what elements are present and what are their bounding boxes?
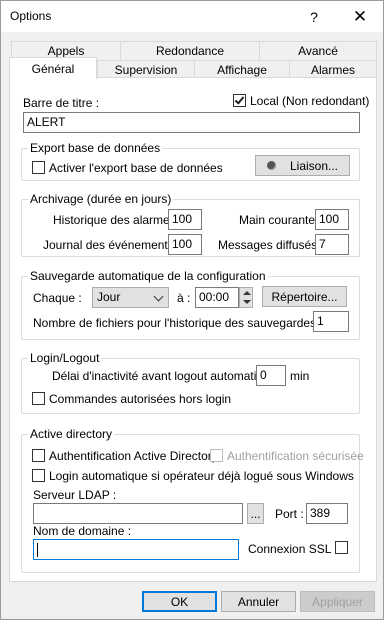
- active-directory-title: Active directory: [28, 427, 115, 441]
- tab-avance[interactable]: Avancé: [259, 41, 377, 60]
- broadcast-label: Messages diffusés: [218, 238, 318, 252]
- event-log-label: Journal des événements: [43, 238, 174, 252]
- ssl-label: Connexion SSL: [248, 542, 332, 556]
- event-log-input[interactable]: 100: [168, 234, 202, 255]
- cancel-button[interactable]: Annuler: [221, 591, 296, 612]
- title-input[interactable]: ALERT: [23, 112, 360, 133]
- history-count-label: Nombre de fichiers pour l'historique des…: [33, 316, 323, 330]
- login-title: Login/Logout: [28, 351, 102, 365]
- link-button[interactable]: Liaison...: [255, 155, 350, 176]
- chevron-down-icon: [153, 291, 164, 302]
- title-bar: Options ? ✕: [1, 1, 383, 32]
- tab-general[interactable]: Général: [9, 57, 97, 79]
- help-button[interactable]: ?: [291, 1, 337, 32]
- frequency-select[interactable]: Jour: [92, 287, 169, 308]
- domain-label: Nom de domaine :: [33, 524, 132, 538]
- db-export-label: Activer l'export base de données: [49, 161, 223, 175]
- ad-auth-checkbox[interactable]: [32, 449, 45, 462]
- history-count-input[interactable]: 1: [313, 311, 349, 332]
- port-label: Port :: [275, 507, 304, 521]
- time-input[interactable]: 00:00: [195, 287, 239, 308]
- ok-button[interactable]: OK: [142, 591, 217, 612]
- secure-auth-label: Authentification sécurisée: [227, 449, 364, 463]
- idle-input[interactable]: 0: [256, 365, 286, 386]
- directory-button[interactable]: Répertoire...: [262, 286, 347, 307]
- tab-redondance[interactable]: Redondance: [120, 41, 260, 60]
- at-label: à :: [177, 291, 191, 305]
- domain-input[interactable]: [33, 539, 239, 560]
- general-panel: Barre de titre : Local (Non redondant) A…: [9, 77, 377, 582]
- auto-login-label: Login automatique si opérateur déjà logu…: [49, 469, 354, 483]
- ldap-browse-button[interactable]: ...: [247, 503, 264, 524]
- main-courante-input[interactable]: 100: [315, 209, 349, 230]
- main-courante-label: Main courante: [239, 213, 316, 227]
- local-checkbox[interactable]: [233, 94, 246, 107]
- ldap-label: Serveur LDAP :: [33, 488, 117, 502]
- each-label: Chaque :: [33, 291, 82, 305]
- db-export-title: Export base de données: [28, 141, 163, 155]
- close-button[interactable]: ✕: [337, 1, 383, 32]
- ssl-checkbox[interactable]: [335, 541, 348, 554]
- port-input[interactable]: 389: [306, 503, 348, 524]
- link-icon: [266, 161, 276, 170]
- offline-commands-checkbox[interactable]: [32, 392, 45, 405]
- ad-auth-label: Authentification Active Directory: [49, 449, 218, 463]
- apply-button[interactable]: Appliquer: [300, 591, 375, 612]
- title-bar-label: Barre de titre :: [23, 96, 100, 110]
- text-caret: [37, 542, 38, 557]
- idle-unit: min: [290, 369, 310, 383]
- local-label: Local (Non redondant): [250, 94, 370, 108]
- frequency-value: Jour: [97, 290, 121, 304]
- spin-down-icon[interactable]: [243, 300, 251, 304]
- autosave-title: Sauvegarde automatique de la configurati…: [28, 269, 268, 283]
- link-button-label: Liaison...: [289, 158, 339, 173]
- window-title: Options: [10, 9, 52, 23]
- options-dialog: Options ? ✕ Appels Redondance Avancé Gén…: [0, 0, 384, 620]
- alarm-history-input[interactable]: 100: [168, 209, 202, 230]
- broadcast-input[interactable]: 7: [315, 234, 349, 255]
- offline-commands-label: Commandes autorisées hors login: [49, 392, 232, 406]
- archiving-title: Archivage (durée en jours): [28, 192, 174, 206]
- check-mark-icon: [234, 94, 245, 105]
- secure-auth-checkbox[interactable]: [210, 449, 223, 462]
- auto-login-checkbox[interactable]: [32, 469, 45, 482]
- idle-label: Délai d'inactivité avant logout automati…: [52, 369, 284, 383]
- alarm-history-label: Historique des alarmes: [53, 213, 176, 227]
- db-export-checkbox[interactable]: [32, 161, 45, 174]
- spin-up-icon[interactable]: [243, 291, 251, 295]
- time-spinner[interactable]: [239, 287, 253, 308]
- ldap-input[interactable]: [33, 503, 243, 524]
